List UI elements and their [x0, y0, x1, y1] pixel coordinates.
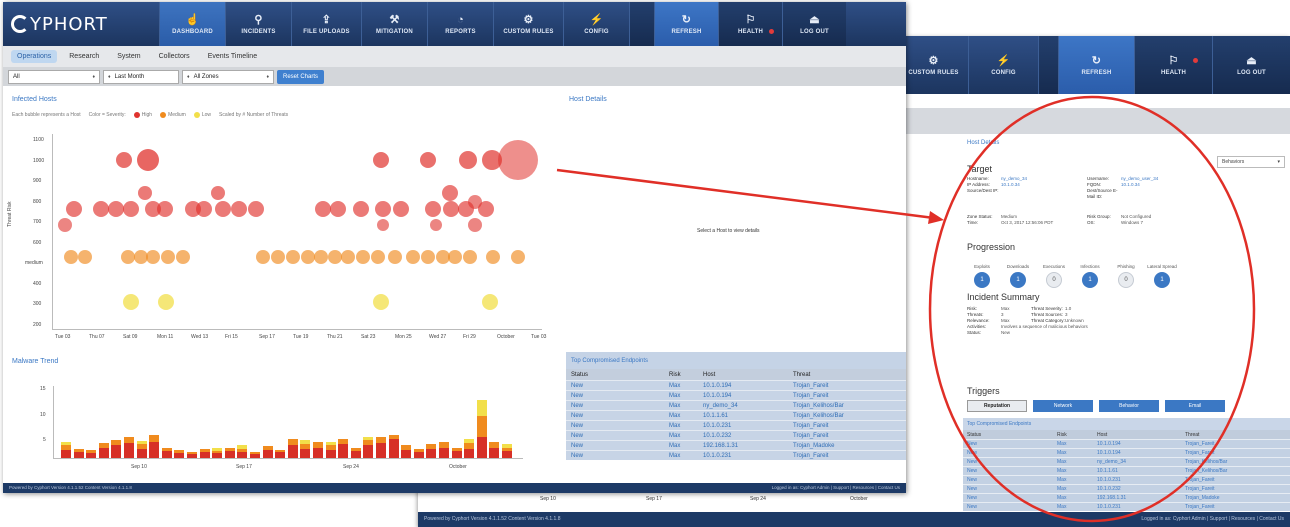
annotation-arrow — [556, 168, 935, 220]
annotation-overlay — [556, 95, 1256, 523]
arrow-head-icon — [928, 211, 944, 224]
annotation-circle — [928, 95, 1256, 523]
screenshot-stage: ⚙ CUSTOM RULES ⚡ CONFIG ↻ REFRESH ⚐ HEALTH ⏏… — [0, 0, 1290, 527]
